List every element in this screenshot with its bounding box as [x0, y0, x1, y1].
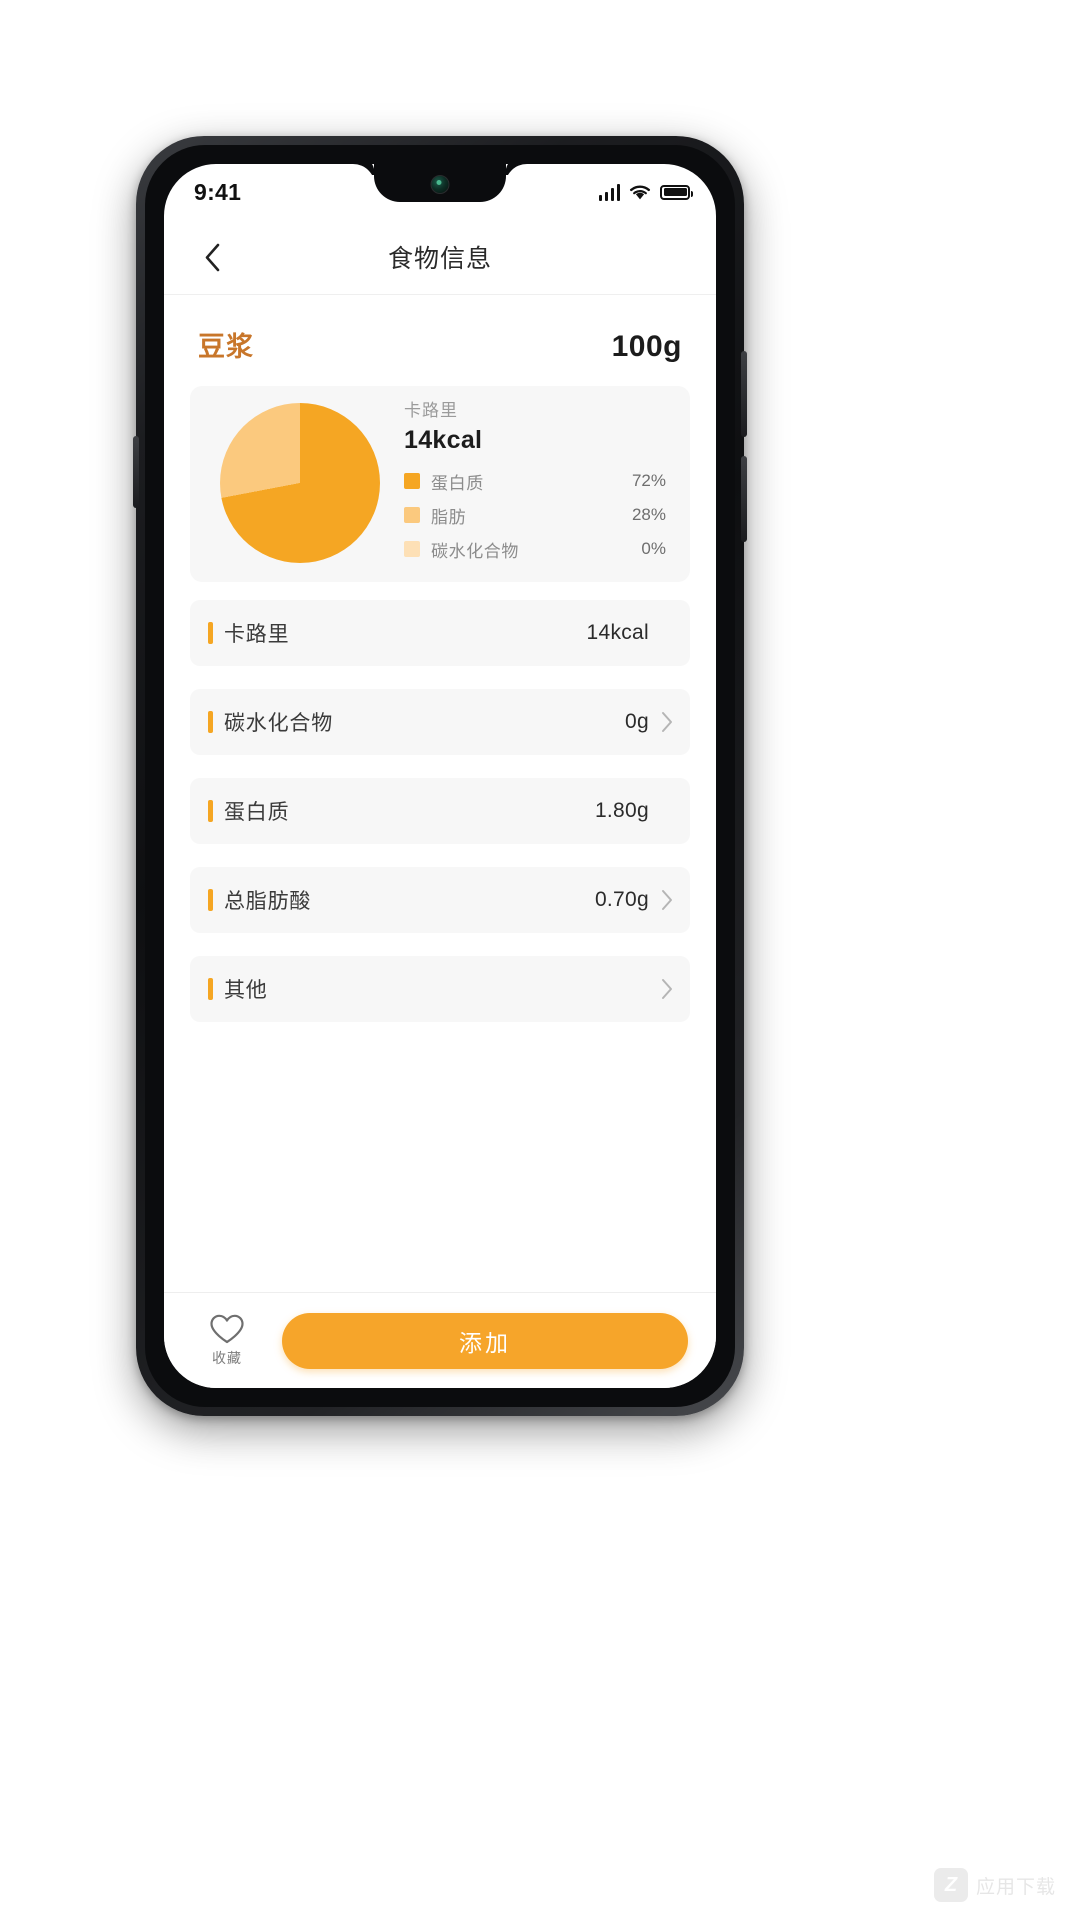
macro-info: 卡路里 14kcal 蛋白质 72% 脂肪 28% 碳水化合物 0%: [388, 396, 670, 571]
legend-row: 碳水化合物 0%: [404, 537, 670, 562]
nutrient-value: 1.80g: [594, 799, 649, 822]
heart-outline-icon: [210, 1314, 244, 1344]
row-accent-bar: [208, 889, 213, 911]
watermark: Z 应用下载: [933, 1868, 1056, 1902]
legend-label: 蛋白质: [431, 473, 484, 493]
legend-swatch-icon: [404, 473, 420, 489]
nav-header: 食物信息: [164, 220, 716, 294]
nutrient-value: 0.70g: [594, 888, 649, 911]
volume-down-button[interactable]: [741, 456, 747, 542]
volume-up-button[interactable]: [741, 351, 747, 437]
nutrient-label: 卡路里: [224, 623, 290, 646]
calories-label: 卡路里: [404, 400, 458, 420]
watermark-logo-icon: Z: [933, 1868, 968, 1902]
chevron-right-icon[interactable]: [661, 711, 674, 733]
nutrient-row[interactable]: 其他: [190, 956, 690, 1022]
legend-percent: 28%: [631, 505, 666, 524]
chevron-right-icon[interactable]: [661, 978, 674, 1000]
legend-row: 蛋白质 72%: [404, 469, 670, 494]
wifi-icon: [630, 185, 650, 199]
nutrient-label: 其他: [224, 979, 268, 1002]
nutrient-row[interactable]: 总脂肪酸 0.70g: [190, 867, 690, 933]
nutrient-row[interactable]: 碳水化合物 0g: [190, 689, 690, 755]
battery-full-icon: [660, 184, 693, 200]
chevron-right-icon[interactable]: [661, 889, 674, 911]
battery-fill: [663, 188, 687, 196]
row-accent-bar: [208, 800, 213, 822]
food-weight[interactable]: 100g: [612, 330, 682, 364]
legend-swatch-icon: [404, 541, 420, 557]
row-accent-bar: [208, 622, 213, 644]
macro-pie-chart: [220, 403, 380, 563]
signal-bars-icon: [598, 183, 620, 201]
bottom-action-bar: 收藏 添加: [164, 1292, 716, 1388]
content-scroll-area[interactable]: 豆浆 100g 卡路里 14kcal 蛋白质 72% 脂肪 28% 碳水化合物: [164, 295, 716, 1292]
waterdrop-notch: [374, 164, 506, 208]
nutrient-label: 碳水化合物: [224, 712, 333, 735]
add-button[interactable]: 添加: [282, 1312, 688, 1369]
legend-label: 脂肪: [431, 507, 467, 527]
food-header-row: 豆浆 100g: [164, 295, 716, 386]
chevron-left-icon: [205, 243, 219, 271]
phone-inner-bezel: 9:41 食物信息 豆浆 100g 卡路里 14kcal 蛋白质 72% 脂肪 …: [145, 145, 735, 1407]
nutrient-row: 卡路里 14kcal: [190, 600, 690, 666]
nutrient-value: 14kcal: [586, 621, 649, 644]
favorite-button[interactable]: 收藏: [194, 1313, 260, 1368]
macro-legend: 蛋白质 72% 脂肪 28% 碳水化合物 0%: [404, 469, 670, 562]
phone-screen: 9:41 食物信息 豆浆 100g 卡路里 14kcal 蛋白质 72% 脂肪 …: [164, 164, 716, 1388]
legend-percent: 0%: [641, 539, 666, 558]
power-button[interactable]: [133, 436, 139, 508]
back-button[interactable]: [192, 237, 232, 277]
legend-swatch-icon: [404, 507, 420, 523]
watermark-text: 应用下载: [975, 1876, 1056, 1898]
row-accent-bar: [208, 711, 213, 733]
status-icons: [598, 183, 693, 201]
page-title: 食物信息: [387, 245, 492, 273]
phone-device-frame: 9:41 食物信息 豆浆 100g 卡路里 14kcal 蛋白质 72% 脂肪 …: [133, 136, 747, 1416]
legend-label: 碳水化合物: [431, 541, 519, 561]
nutrient-label: 蛋白质: [224, 801, 290, 824]
pie-chart-graphic: [220, 403, 380, 563]
nutrient-list: 卡路里 14kcal 碳水化合物 0g 蛋白质 1.80g 总脂肪酸 0.70g…: [164, 582, 716, 1022]
food-name: 豆浆: [198, 332, 254, 362]
nutrient-row: 蛋白质 1.80g: [190, 778, 690, 844]
favorite-label: 收藏: [212, 1350, 242, 1366]
calories-value: 14kcal: [404, 425, 483, 454]
legend-percent: 72%: [631, 471, 666, 490]
nutrient-label: 总脂肪酸: [224, 890, 312, 913]
macro-summary-card: 卡路里 14kcal 蛋白质 72% 脂肪 28% 碳水化合物 0%: [190, 386, 690, 582]
status-time: 9:41: [194, 178, 242, 205]
row-accent-bar: [208, 978, 213, 1000]
front-camera-icon: [430, 175, 450, 194]
legend-row: 脂肪 28%: [404, 503, 670, 528]
nutrient-value: 0g: [625, 710, 649, 733]
